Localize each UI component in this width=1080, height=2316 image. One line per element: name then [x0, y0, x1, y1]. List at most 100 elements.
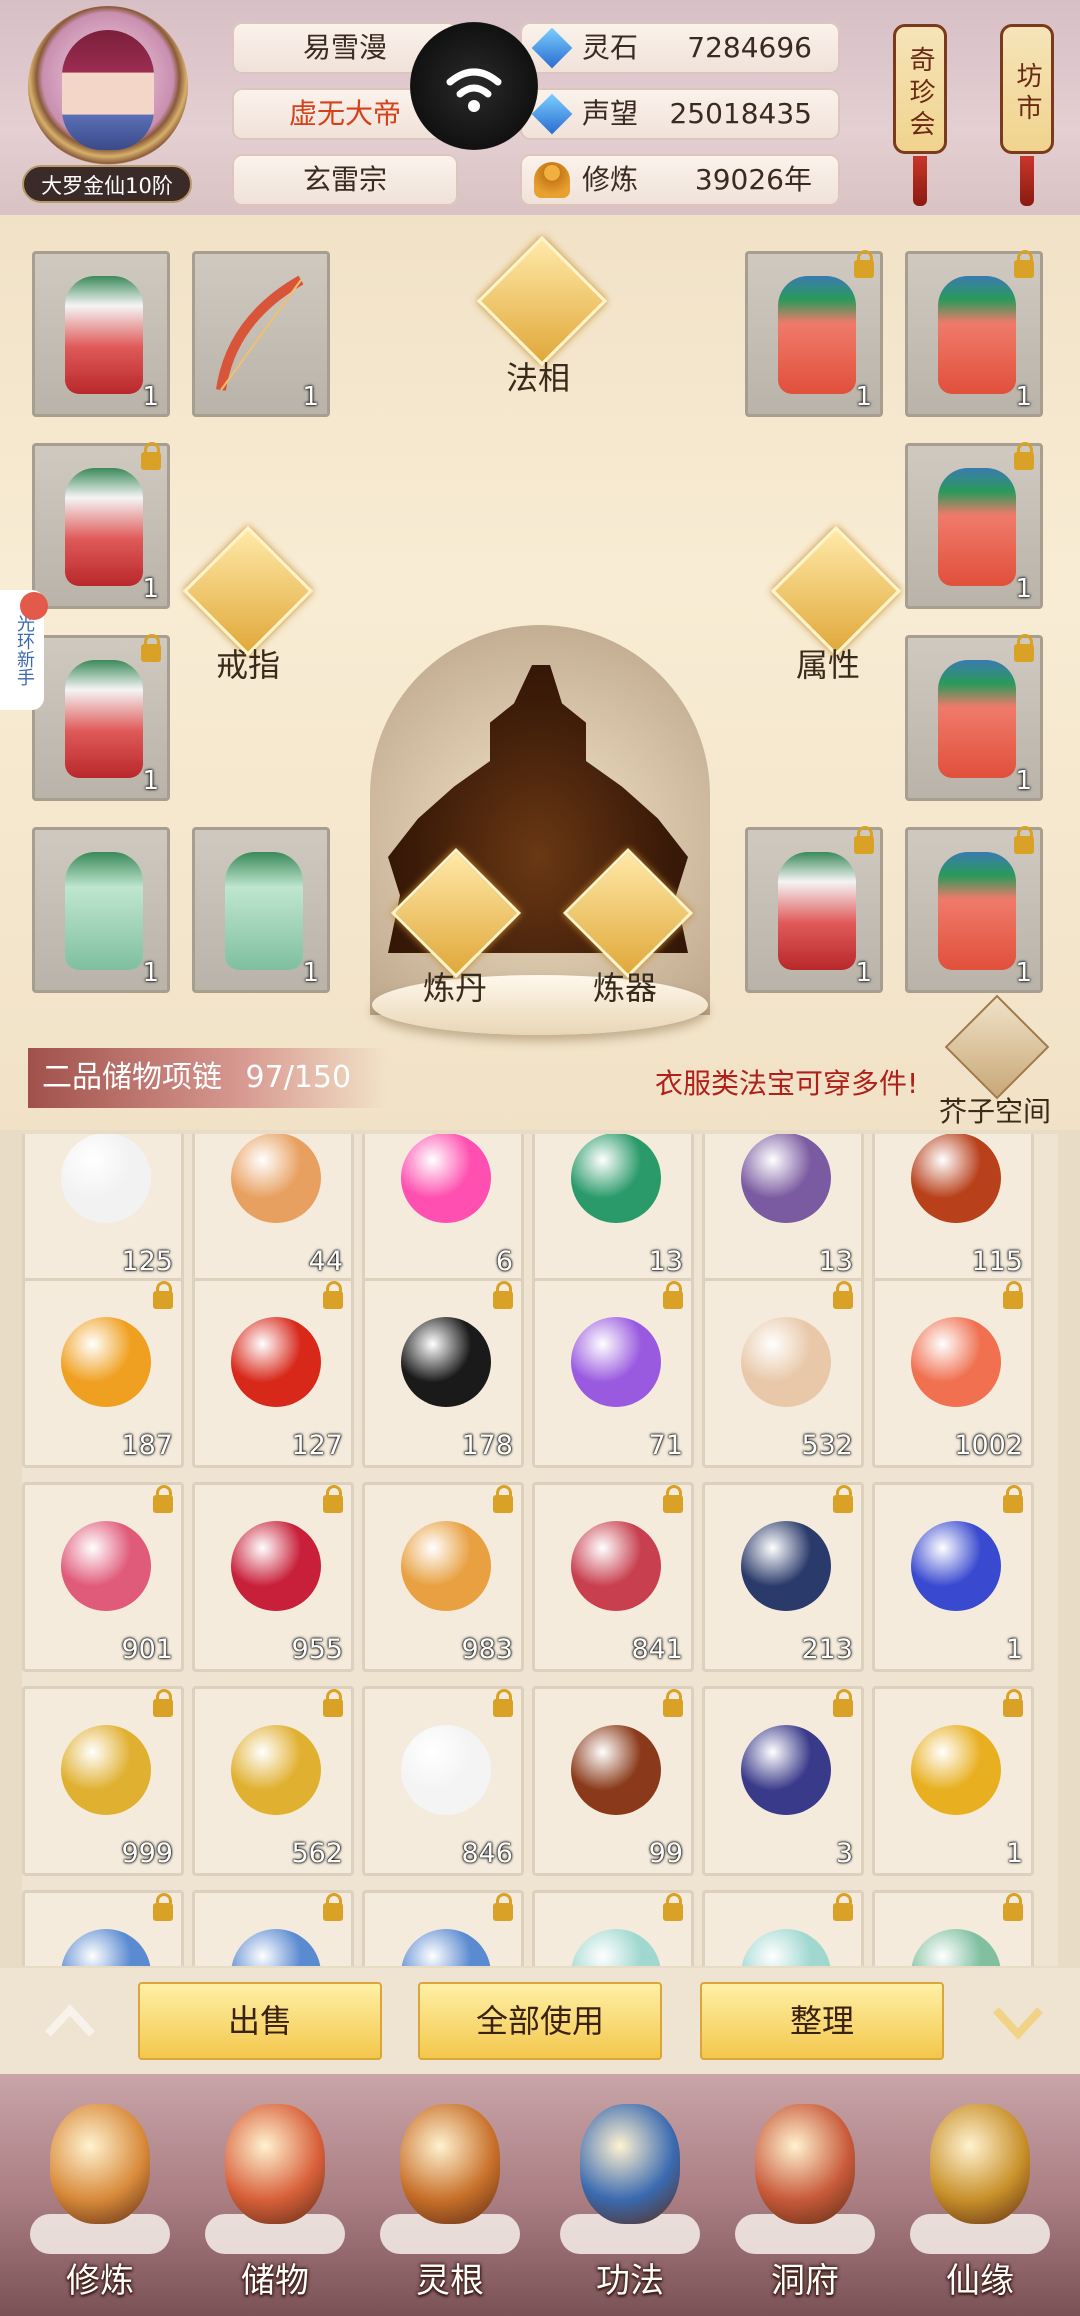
scroll-down-icon[interactable]	[988, 1992, 1048, 2052]
inventory-slot[interactable]: 1	[872, 1482, 1034, 1672]
robe-icon	[65, 660, 143, 778]
inventory-slot[interactable]	[192, 1890, 354, 1966]
item-icon	[741, 1725, 831, 1815]
equip-slot[interactable]: 1	[32, 251, 170, 417]
equipment-panel: 1 1 1 1 1 1 1 1 1 1 1 1 法相 戒指 属性 炼丹 炼器	[0, 215, 1080, 1130]
lock-icon	[153, 1485, 173, 1513]
avatar[interactable]	[62, 30, 154, 150]
inventory-slot[interactable]: 115	[872, 1134, 1034, 1284]
jiezi-space-button[interactable]: 芥子空间	[939, 994, 1051, 1130]
inventory-slot[interactable]: 13	[532, 1134, 694, 1284]
technique-book-icon	[580, 2104, 680, 2224]
attribute-icon	[770, 525, 902, 657]
equip-slot[interactable]: 1	[32, 634, 170, 801]
inventory-slot[interactable]: 187	[22, 1278, 184, 1468]
inventory-slot[interactable]	[22, 1890, 184, 1966]
item-icon	[61, 1929, 151, 1966]
item-count: 1	[1005, 1634, 1023, 1665]
scroll-up-icon[interactable]	[40, 1992, 100, 2052]
item-count: 127	[291, 1430, 343, 1461]
inventory-slot[interactable]: 13	[702, 1134, 864, 1284]
inventory-slot[interactable]: 846	[362, 1686, 524, 1876]
slot-count: 1	[142, 958, 159, 988]
item-count: 13	[648, 1246, 683, 1277]
stat-key: 声望	[582, 97, 639, 130]
alchemy-button[interactable]	[390, 847, 522, 979]
equip-slot[interactable]: 1	[32, 827, 170, 993]
equip-slot[interactable]: 1	[192, 827, 330, 993]
item-icon	[61, 1725, 151, 1815]
nav-item-technique-book[interactable]: 功法	[555, 2104, 705, 2304]
shop-qizhenhui-button[interactable]: 奇珍会	[893, 24, 947, 154]
inventory-slot[interactable]: 125	[22, 1134, 184, 1284]
inventory-slot[interactable]: 3	[702, 1686, 864, 1876]
nav-label: 储物	[241, 2261, 309, 2301]
inventory-slot[interactable]	[362, 1890, 524, 1966]
inventory-slot[interactable]: 99	[532, 1686, 694, 1876]
inventory-slot[interactable]: 901	[22, 1482, 184, 1672]
equip-slot[interactable]: 1	[905, 634, 1043, 801]
item-count: 178	[461, 1430, 513, 1461]
sort-button[interactable]: 整理	[700, 1982, 944, 2060]
item-icon	[571, 1521, 661, 1611]
equip-slot[interactable]: 1	[905, 442, 1043, 609]
lock-icon	[323, 1689, 343, 1717]
inventory-slot[interactable]: 532	[702, 1278, 864, 1468]
nav-item-storage-bag[interactable]: 储物	[200, 2104, 350, 2304]
item-count: 999	[121, 1838, 173, 1869]
robe-icon	[778, 852, 856, 970]
equip-slot[interactable]: 1	[745, 826, 883, 993]
slot-count: 1	[855, 958, 872, 988]
equip-slot[interactable]: 1	[745, 250, 883, 417]
inventory-slot[interactable]: 1002	[872, 1278, 1034, 1468]
floating-wifi-button[interactable]	[410, 22, 538, 150]
item-count: 532	[801, 1430, 853, 1461]
wifi-icon	[446, 68, 502, 112]
inventory-slot[interactable]: 213	[702, 1482, 864, 1672]
faxiang-button[interactable]	[476, 235, 608, 367]
equip-slot[interactable]: 1	[32, 442, 170, 609]
robe-icon	[938, 276, 1016, 394]
inventory-slot[interactable]: 999	[22, 1686, 184, 1876]
equip-slot[interactable]: 1	[192, 251, 330, 417]
item-icon	[741, 1521, 831, 1611]
equip-slot[interactable]: 1	[905, 826, 1043, 993]
nav-item-spirit-root[interactable]: 灵根	[375, 2104, 525, 2304]
inventory-slot[interactable]	[702, 1890, 864, 1966]
inventory-slot[interactable]: 6	[362, 1134, 524, 1284]
inventory-slot[interactable]: 71	[532, 1278, 694, 1468]
lock-icon	[833, 1281, 853, 1309]
attribute-button[interactable]	[770, 525, 902, 657]
equip-slot[interactable]: 1	[905, 250, 1043, 417]
stat-spirit-stone: 灵石 7284696	[520, 22, 840, 74]
anvil-icon	[562, 847, 694, 979]
item-count: 6	[495, 1246, 513, 1277]
nav-item-cave-mansion[interactable]: 洞府	[730, 2104, 880, 2304]
inventory-slot[interactable]: 955	[192, 1482, 354, 1672]
ring-button[interactable]	[182, 525, 314, 657]
lock-icon	[1003, 1485, 1023, 1513]
forge-button[interactable]	[562, 847, 694, 979]
nav-item-cultivate[interactable]: 修炼	[25, 2104, 175, 2304]
inventory-slot[interactable]: 562	[192, 1686, 354, 1876]
item-icon	[741, 1929, 831, 1966]
slot-count: 1	[1015, 958, 1032, 988]
storage-name: 二品储物项链	[42, 1060, 222, 1095]
inventory-slot[interactable]	[872, 1890, 1034, 1966]
nav-item-fate-gourd[interactable]: 仙缘	[905, 2104, 1055, 2304]
inventory-slot[interactable]: 1	[872, 1686, 1034, 1876]
inventory-slot[interactable]: 841	[532, 1482, 694, 1672]
inventory-grid: 125 44 6 13 13 115 187 127 178 71 532 1002 901 955 983…	[22, 1134, 1058, 1966]
lock-icon	[1003, 1893, 1023, 1921]
shop-market-button[interactable]: 坊市	[1000, 24, 1054, 154]
use-all-button[interactable]: 全部使用	[418, 1982, 662, 2060]
slot-count: 1	[302, 382, 319, 412]
forge-label: 炼器	[592, 969, 657, 1007]
inventory-slot[interactable]: 178	[362, 1278, 524, 1468]
inventory-slot[interactable]: 44	[192, 1134, 354, 1284]
lock-icon	[663, 1281, 683, 1309]
sell-button[interactable]: 出售	[138, 1982, 382, 2060]
inventory-slot[interactable]: 983	[362, 1482, 524, 1672]
inventory-slot[interactable]	[532, 1890, 694, 1966]
inventory-slot[interactable]: 127	[192, 1278, 354, 1468]
